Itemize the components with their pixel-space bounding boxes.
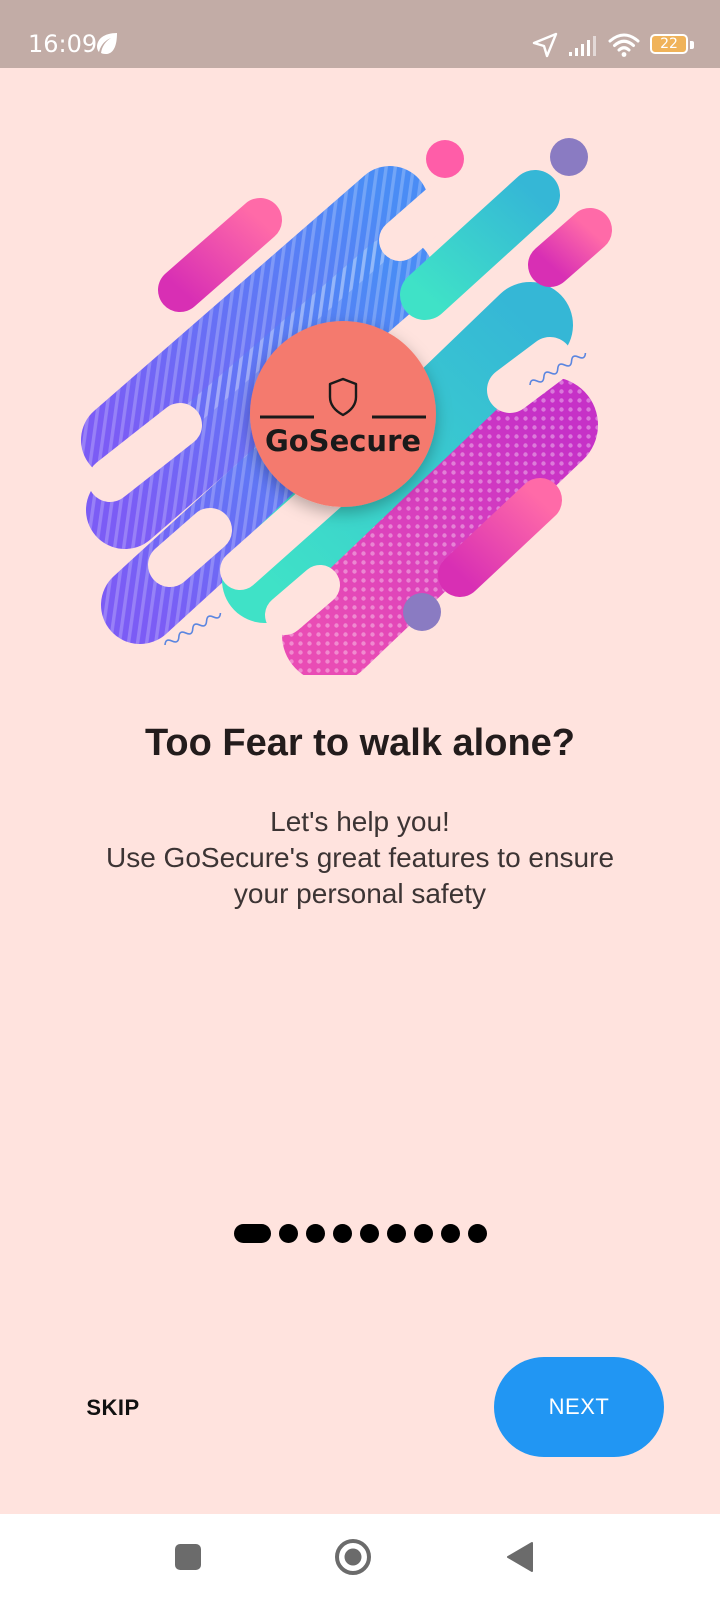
logo-text: GoSecure	[265, 424, 421, 458]
recent-apps-button[interactable]	[165, 1534, 211, 1580]
page-dot	[440, 1224, 460, 1243]
back-icon	[507, 1542, 533, 1572]
page-indicator	[0, 1224, 720, 1243]
page-dot-active	[233, 1224, 271, 1243]
wifi-icon	[608, 33, 640, 57]
subtitle-line: Use GoSecure's great features to ensure	[105, 842, 615, 873]
page-dot	[467, 1224, 487, 1243]
home-button[interactable]	[330, 1534, 376, 1580]
leaf-icon	[97, 33, 117, 54]
page-dot	[359, 1224, 379, 1243]
navigation-bar	[0, 1514, 720, 1600]
subtitle-line: your personal safety	[233, 878, 487, 909]
onboarding-title: Too Fear to walk alone?	[144, 722, 576, 764]
battery-level: 22	[660, 36, 678, 52]
battery-icon: 22	[650, 33, 694, 57]
page-dot	[413, 1224, 433, 1243]
signal-icon	[569, 36, 596, 56]
location-arrow-icon	[532, 32, 558, 58]
page-dot	[386, 1224, 406, 1243]
page-dot	[332, 1224, 352, 1243]
skip-button[interactable]: SKIP	[70, 1386, 156, 1430]
home-icon	[335, 1539, 371, 1575]
status-icons: 22	[532, 30, 694, 60]
subtitle-line: Let's help you!	[270, 806, 450, 837]
status-bar: 16:09 22	[0, 0, 720, 68]
onboarding-illustration: GoSecure	[81, 138, 612, 675]
onboarding-subtitle: Let's help you! Use GoSecure's great fea…	[60, 804, 660, 912]
recent-apps-icon	[175, 1544, 201, 1570]
next-button[interactable]: NEXT	[494, 1357, 664, 1457]
status-time: 16:09	[28, 30, 98, 58]
back-button[interactable]	[497, 1534, 543, 1580]
page-dot	[278, 1224, 298, 1243]
page-dot	[305, 1224, 325, 1243]
